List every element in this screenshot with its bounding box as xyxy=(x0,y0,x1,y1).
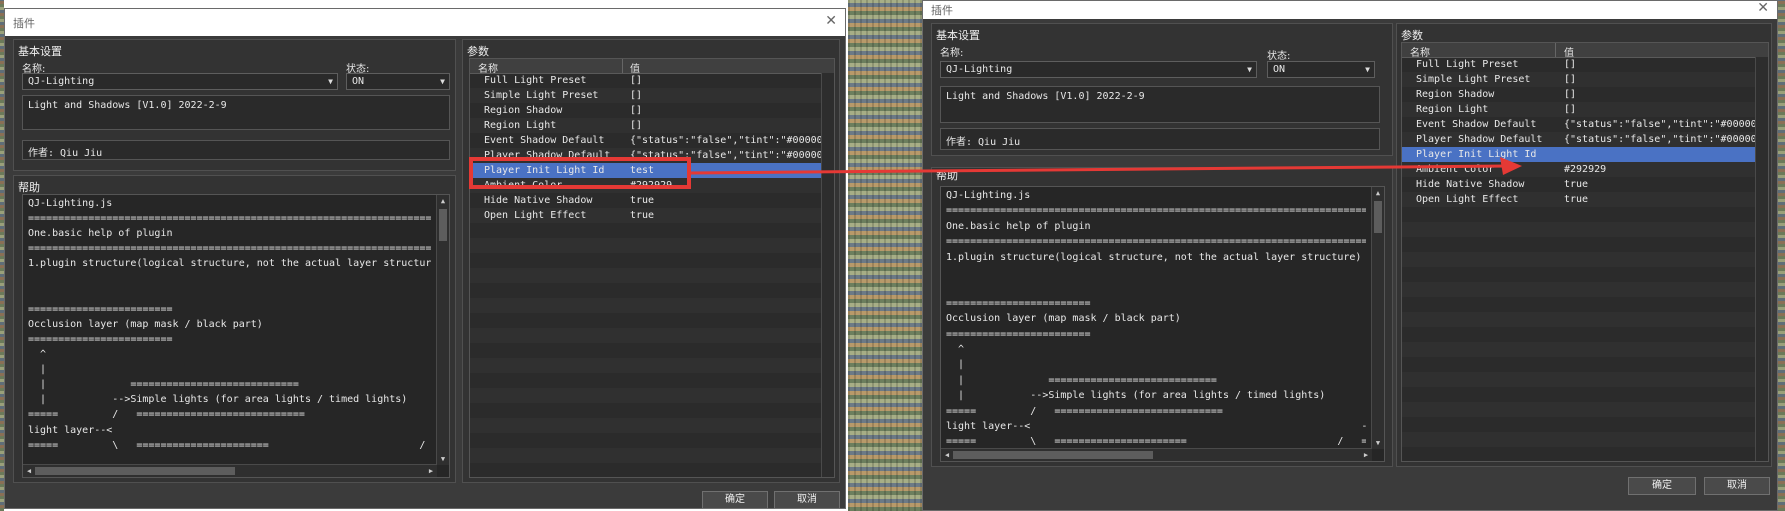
annotation-arrow xyxy=(689,157,1522,175)
